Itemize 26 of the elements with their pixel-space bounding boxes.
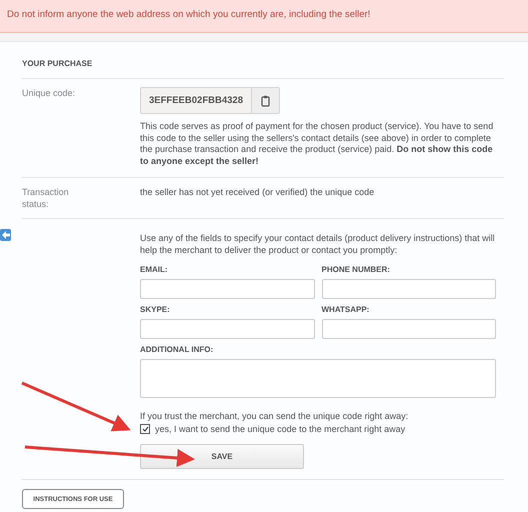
checkbox[interactable] xyxy=(140,424,150,434)
section-title: YOUR PURCHASE xyxy=(22,58,94,70)
input-field[interactable] xyxy=(322,279,496,299)
trust-text: If you trust the merchant, you can send the unique code right away: xyxy=(140,410,410,422)
code-text: 3EFFEEB02FBB4328 xyxy=(148,94,244,108)
field-label: Unique code: xyxy=(22,87,76,100)
checkbox-label: yes, I want to send the unique code to the merchant right away xyxy=(155,423,406,435)
field-label: ADDITIONAL INFO: xyxy=(140,345,214,354)
input-field[interactable] xyxy=(322,319,496,339)
back-arrow-icon[interactable] xyxy=(0,229,11,241)
input-field[interactable] xyxy=(140,279,314,299)
field-label: EMAIL: xyxy=(140,265,169,274)
code-field[interactable]: 3EFFEEB02FBB4328 xyxy=(140,87,280,114)
field-label: WHATSAPP: xyxy=(322,305,370,314)
input-field[interactable] xyxy=(140,319,314,339)
status-text: the seller has not yet received (or verified) the unique code xyxy=(140,186,376,198)
text-area[interactable] xyxy=(140,359,496,398)
alert-banner: Do not inform anyone the web address on which you currently are, including the seller! xyxy=(0,0,528,33)
save-button[interactable]: SAVE xyxy=(140,444,304,469)
clipboard-icon xyxy=(260,94,270,106)
field-label: SKYPE: xyxy=(140,305,171,314)
intro-text: Use any of the fields to specify your contact details (product delivery instructions) that will help the merchant to deliver the product or contact you promptly: xyxy=(140,233,496,256)
field-label: Transaction status: xyxy=(22,186,70,211)
description-text: This code serves as proof of payment for the chosen product (service). You have to send this code to the seller using the sellers's contact details (see above) in order to complete the purchase transaction and receive the product (service) paid. Do not show this code to anyone except the seller! xyxy=(140,121,494,167)
copy-button[interactable] xyxy=(251,88,279,113)
field-label: PHONE NUMBER: xyxy=(322,265,391,274)
